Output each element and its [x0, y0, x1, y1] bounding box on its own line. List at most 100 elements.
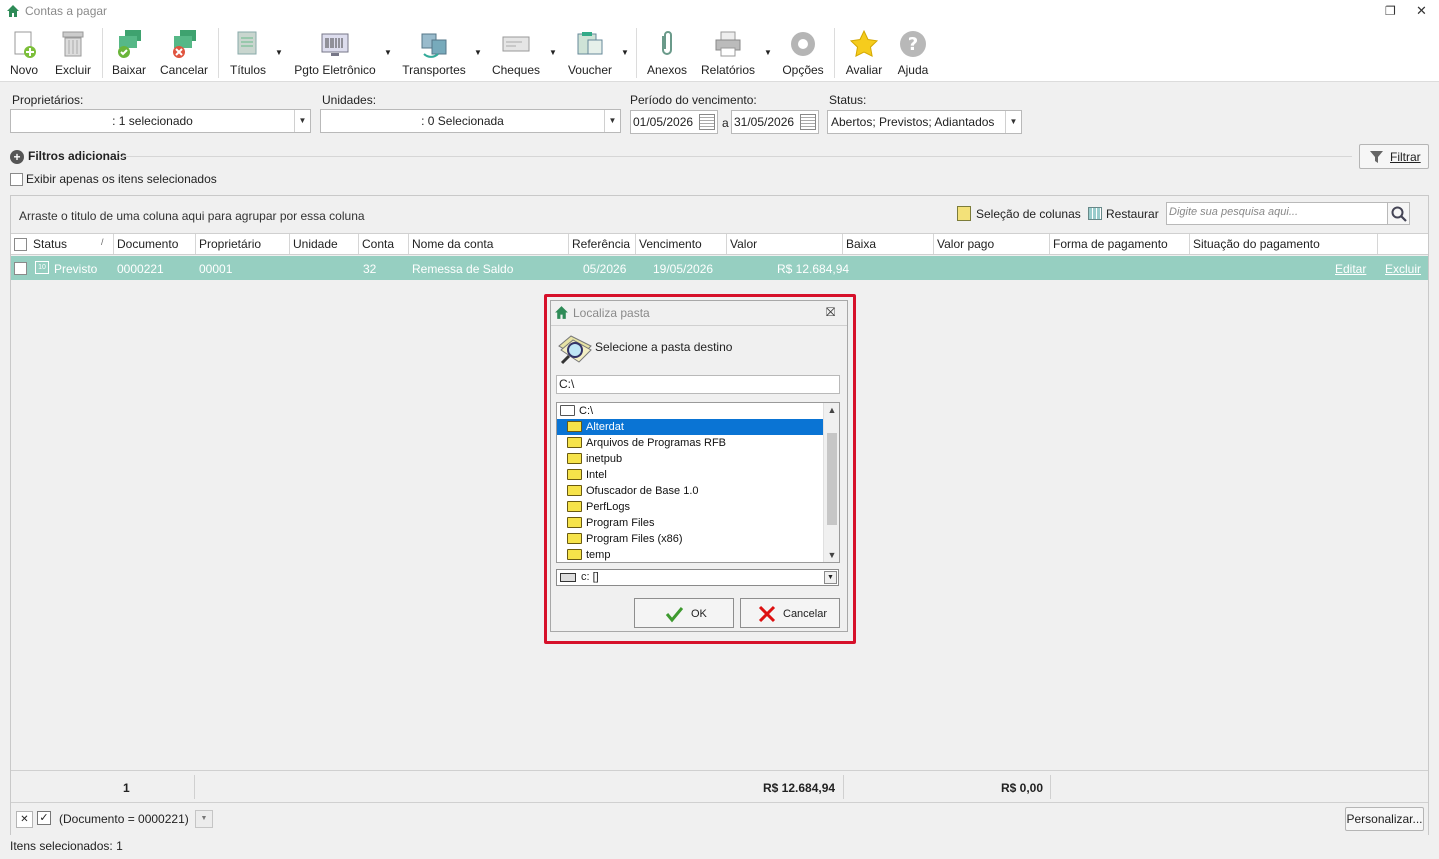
column-header-situacao-pagamento[interactable]: Situação do pagamento	[1190, 234, 1378, 254]
clear-filter-icon[interactable]: ✕	[16, 811, 33, 828]
column-header-documento[interactable]: Documento	[114, 234, 196, 254]
filtrar-label: Filtrar	[1390, 150, 1421, 164]
folder-icon	[567, 501, 582, 512]
filtrar-button[interactable]: Filtrar	[1359, 144, 1429, 169]
tree-item[interactable]: inetpub	[557, 451, 823, 467]
relatorios-dropdown-arrow[interactable]: ▼	[764, 48, 772, 57]
ok-button[interactable]: OK	[634, 598, 734, 628]
folder-tree[interactable]: C:\ Alterdat Arquivos de Programas RFB i…	[556, 402, 840, 563]
status-combo[interactable]: Abertos; Previstos; Adiantados ▼	[827, 110, 1022, 134]
column-header-vencimento[interactable]: Vencimento	[636, 234, 727, 254]
scroll-up-icon[interactable]: ▲	[824, 405, 839, 415]
titulos-dropdown-arrow[interactable]: ▼	[275, 48, 283, 57]
opcoes-label: Opções	[782, 63, 824, 77]
tree-item[interactable]: Intel	[557, 467, 823, 483]
expand-plus-icon[interactable]: +	[10, 150, 24, 164]
pgto-eletronico-button[interactable]: Pgto Eletrônico	[290, 26, 380, 80]
cancelar-dialog-button[interactable]: Cancelar	[740, 598, 840, 628]
periodo-label: Período do vencimento:	[630, 93, 757, 107]
opcoes-button[interactable]: Opções	[780, 26, 826, 80]
column-header-forma-pagamento[interactable]: Forma de pagamento	[1050, 234, 1190, 254]
money-check-icon	[118, 30, 141, 58]
exibir-apenas-checkbox[interactable]	[10, 173, 23, 186]
pgto-dropdown-arrow[interactable]: ▼	[384, 48, 392, 57]
folder-icon	[567, 517, 582, 528]
folder-icon	[567, 533, 582, 544]
filter-enabled-checkbox[interactable]: ✓	[37, 811, 51, 825]
drive-value: c: []	[581, 571, 599, 583]
unidades-combo[interactable]: : 0 Selecionada ▼	[320, 109, 621, 133]
relatorios-button[interactable]: Relatórios	[698, 26, 758, 80]
chevron-down-icon[interactable]: ▼	[604, 110, 620, 132]
tree-item-root[interactable]: C:\	[557, 403, 823, 419]
tree-item[interactable]: Program Files	[557, 515, 823, 531]
tree-scrollbar[interactable]: ▲ ▼	[823, 403, 839, 562]
tree-item[interactable]: temp	[557, 547, 823, 562]
cancelar-dialog-label: Cancelar	[783, 608, 828, 620]
column-header-valor-pago[interactable]: Valor pago	[934, 234, 1050, 254]
novo-button[interactable]: Novo	[4, 26, 44, 80]
baixar-button[interactable]: Baixar	[108, 26, 150, 80]
chevron-down-icon[interactable]: ▼	[1005, 111, 1021, 133]
anexos-button[interactable]: Anexos	[644, 26, 690, 80]
calendar-icon[interactable]	[699, 114, 715, 130]
gear-icon	[791, 32, 815, 56]
filter-expression[interactable]: (Documento = 0000221)	[59, 812, 189, 826]
column-header-status[interactable]: Status /	[30, 234, 114, 254]
filtros-adicionais-label[interactable]: Filtros adicionais	[28, 149, 127, 163]
avaliar-button[interactable]: Avaliar	[842, 26, 886, 80]
row-checkbox[interactable]	[14, 262, 27, 275]
select-all-checkbox[interactable]	[14, 238, 27, 251]
cheques-dropdown-arrow[interactable]: ▼	[549, 48, 557, 57]
cheques-button[interactable]: Cheques	[488, 26, 544, 80]
chevron-down-icon[interactable]: ▼	[294, 110, 310, 132]
column-header-baixa[interactable]: Baixa	[843, 234, 934, 254]
date-from-field[interactable]: 01/05/2026	[630, 110, 718, 134]
excluir-link[interactable]: Excluir	[1385, 262, 1421, 276]
ajuda-button[interactable]: ? Ajuda	[892, 26, 934, 80]
personalizar-button[interactable]: Personalizar...	[1345, 807, 1424, 831]
filter-history-dropdown[interactable]: ▼	[195, 810, 213, 828]
date-to-field[interactable]: 31/05/2026	[731, 110, 819, 134]
selecao-colunas-link[interactable]: Seleção de colunas	[976, 207, 1081, 221]
transport-arrows-icon	[421, 33, 447, 58]
tree-item[interactable]: PerfLogs	[557, 499, 823, 515]
dialog-close-icon[interactable]: ⛝	[826, 305, 835, 320]
cheque-icon	[502, 36, 530, 52]
column-header-conta[interactable]: Conta	[359, 234, 409, 254]
titulos-button[interactable]: Títulos	[226, 26, 270, 80]
transportes-button[interactable]: Transportes	[400, 26, 468, 80]
editar-link[interactable]: Editar	[1335, 262, 1366, 276]
proprietarios-label: Proprietários:	[12, 93, 84, 107]
column-header-valor[interactable]: Valor	[727, 234, 843, 254]
folder-path-input[interactable]: C:\	[556, 375, 840, 394]
column-header-referencia[interactable]: Referência	[569, 234, 636, 254]
table-row[interactable]: 10 Previsto 0000221 00001 32 Remessa de …	[11, 256, 1428, 280]
cell-proprietario: 00001	[199, 262, 233, 276]
proprietarios-combo[interactable]: : 1 selecionado ▼	[10, 109, 311, 133]
tree-item[interactable]: Program Files (x86)	[557, 531, 823, 547]
restore-window-icon[interactable]: ❐	[1385, 4, 1399, 18]
excluir-label: Excluir	[54, 63, 91, 77]
restaurar-link[interactable]: Restaurar	[1106, 207, 1159, 221]
transportes-dropdown-arrow[interactable]: ▼	[474, 48, 482, 57]
scrollbar-thumb[interactable]	[827, 433, 837, 525]
voucher-button[interactable]: Voucher	[564, 26, 616, 80]
voucher-dropdown-arrow[interactable]: ▼	[621, 48, 629, 57]
close-window-icon[interactable]: ✕	[1416, 3, 1427, 19]
chevron-down-icon[interactable]: ▼	[824, 571, 837, 584]
excluir-button[interactable]: Excluir	[52, 26, 94, 80]
calendar-icon[interactable]	[800, 114, 816, 130]
tree-item[interactable]: Arquivos de Programas RFB	[557, 435, 823, 451]
grid-search-input[interactable]: Digite sua pesquisa aqui...	[1166, 202, 1388, 225]
cancelar-button[interactable]: Cancelar	[158, 26, 210, 80]
column-header-nome-conta[interactable]: Nome da conta	[409, 234, 569, 254]
tree-item[interactable]: Ofuscador de Base 1.0	[557, 483, 823, 499]
dialog-title: Localiza pasta	[573, 306, 650, 320]
tree-item-alterdat[interactable]: Alterdat	[557, 419, 823, 435]
drive-select[interactable]: c: [] ▼	[556, 569, 839, 586]
scroll-down-icon[interactable]: ▼	[824, 550, 839, 560]
column-header-unidade[interactable]: Unidade	[290, 234, 359, 254]
column-header-proprietario[interactable]: Proprietário	[196, 234, 290, 254]
search-button[interactable]	[1387, 202, 1410, 225]
